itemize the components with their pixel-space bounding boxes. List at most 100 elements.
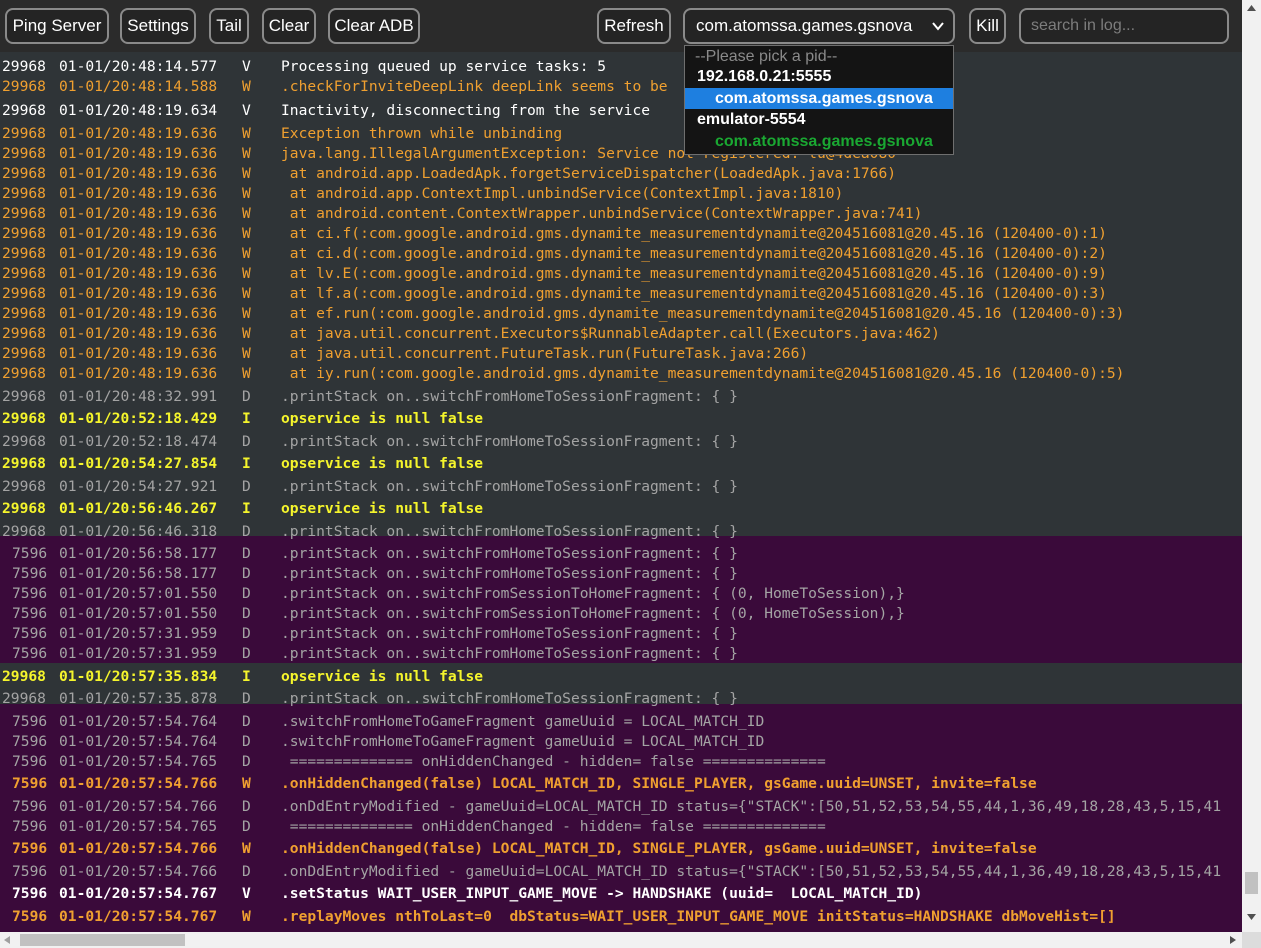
log-pid: 29968 [2, 478, 46, 495]
log-timestamp: 01-01/20:48:19.636 [59, 285, 218, 302]
log-level: D [242, 690, 251, 707]
log-level: D [242, 565, 251, 582]
log-message: .printStack on..switchFromSessionToHomeF… [281, 585, 905, 602]
log-message: .printStack on..switchFromSessionToHomeF… [281, 605, 905, 622]
log-message: .printStack on..switchFromHomeToSessionF… [281, 388, 738, 405]
log-row: 29968 01-01/20:48:19.636 W at android.app.… [0, 164, 1242, 184]
log-pid: 29968 [2, 690, 46, 707]
log-message: .checkForInviteDeepLink deepLink seems t… [281, 78, 668, 95]
log-timestamp: 01-01/20:48:19.636 [59, 345, 218, 362]
device-group-192-168-0-21: 192.168.0.21:5555 [697, 68, 832, 85]
log-timestamp: 01-01/20:48:32.991 [59, 388, 218, 405]
log-message: .printStack on..switchFromHomeToSessionF… [281, 478, 738, 495]
scroll-down-arrow-icon[interactable] [1247, 914, 1256, 920]
log-row: 29968 01-01/20:48:19.636 W at lv.E(:com.go… [0, 264, 1242, 284]
scrollbar-corner [1242, 932, 1261, 948]
vertical-scrollbar-thumb[interactable] [1245, 872, 1258, 894]
log-timestamp: 01-01/20:57:54.766 [59, 775, 218, 792]
log-pid: 29968 [2, 668, 46, 685]
log-pid: 29968 [2, 225, 46, 242]
log-message: .onHiddenChanged(false) LOCAL_MATCH_ID, … [281, 775, 1037, 792]
log-level: W [242, 840, 251, 857]
log-level: W [242, 908, 251, 925]
log-timestamp: 01-01/20:56:58.177 [59, 565, 218, 582]
vertical-scrollbar[interactable] [1242, 0, 1261, 932]
log-row: 29968 01-01/20:48:19.636 W at android.app.… [0, 184, 1242, 204]
log-level: W [242, 185, 251, 202]
log-level: D [242, 433, 251, 450]
log-row: 29968 01-01/20:48:14.588 W .checkForInviteD… [0, 77, 1242, 97]
log-timestamp: 01-01/20:48:19.636 [59, 225, 218, 242]
log-level: I [242, 500, 251, 517]
pid-option-placeholder[interactable]: --Please pick a pid-- [685, 46, 963, 67]
log-level: D [242, 478, 251, 495]
log-pid: 29968 [2, 78, 46, 95]
pid-option-gsnova-device[interactable]: com.atomssa.games.gsnova [685, 88, 953, 109]
log-level: W [242, 125, 251, 142]
log-level: D [242, 818, 251, 835]
log-level: W [242, 225, 251, 242]
log-timestamp: 01-01/20:57:01.550 [59, 605, 218, 622]
ping-server-button[interactable]: Ping Server [5, 8, 109, 44]
horizontal-scrollbar[interactable] [0, 932, 1242, 948]
log-pid: 29968 [2, 205, 46, 222]
log-timestamp: 01-01/20:57:31.959 [59, 625, 218, 642]
log-pid: 7596 [12, 645, 48, 662]
log-pid: 29968 [2, 500, 46, 517]
scroll-up-arrow-icon[interactable] [1247, 5, 1256, 11]
log-message: at iy.run(:com.google.android.gms.dynami… [281, 365, 1125, 382]
settings-button[interactable]: Settings [120, 8, 196, 44]
log-timestamp: 01-01/20:57:54.766 [59, 863, 218, 880]
log-row: 29968 01-01/20:48:19.636 W at iy.run(:com.… [0, 364, 1242, 384]
log-pid: 29968 [2, 523, 46, 540]
scroll-right-arrow-icon[interactable] [1230, 936, 1236, 944]
refresh-button[interactable]: Refresh [597, 8, 671, 44]
log-message: .printStack on..switchFromHomeToSessionF… [281, 565, 738, 582]
log-level: D [242, 605, 251, 622]
log-message: .printStack on..switchFromHomeToSessionF… [281, 545, 738, 562]
log-level: W [242, 78, 251, 95]
log-level: D [242, 863, 251, 880]
log-message: Processing queued up service tasks: 5 [281, 58, 607, 75]
log-timestamp: 01-01/20:57:54.765 [59, 753, 218, 770]
clear-adb-button[interactable]: Clear ADB [328, 8, 420, 44]
log-row: 7596 01-01/20:57:54.766 D .onDdEntryModifie… [0, 797, 1242, 817]
scroll-left-arrow-icon[interactable] [4, 936, 10, 944]
pid-option-gsnova-emulator[interactable]: com.atomssa.games.gsnova [685, 131, 953, 152]
log-pid: 29968 [2, 102, 46, 119]
log-message: Inactivity, disconnecting from the servi… [281, 102, 651, 119]
log-row: 29968 01-01/20:48:19.636 W at ci.d(:com.go… [0, 244, 1242, 264]
pid-select[interactable]: com.atomssa.games.gsnova [683, 8, 955, 44]
log-timestamp: 01-01/20:48:19.636 [59, 365, 218, 382]
log-pid: 7596 [12, 585, 48, 602]
log-level: D [242, 645, 251, 662]
log-pid: 29968 [2, 58, 46, 75]
log-row: 29968 01-01/20:56:46.318 D .printStack on..… [0, 522, 1242, 542]
log-pid: 29968 [2, 305, 46, 322]
log-timestamp: 01-01/20:56:58.177 [59, 545, 218, 562]
tail-button[interactable]: Tail [209, 8, 249, 44]
log-pid: 29968 [2, 145, 46, 162]
log-level: D [242, 388, 251, 405]
search-input[interactable] [1019, 8, 1229, 44]
log-row: 29968 01-01/20:48:19.636 W at ci.f(:com.go… [0, 224, 1242, 244]
log-level: W [242, 245, 251, 262]
horizontal-scrollbar-thumb[interactable] [20, 934, 185, 946]
log-timestamp: 01-01/20:48:19.636 [59, 245, 218, 262]
log-level: D [242, 585, 251, 602]
log-message: .replayMoves nthToLast=0 dbStatus=WAIT_U… [281, 908, 1116, 925]
log-pid: 29968 [2, 410, 46, 427]
log-timestamp: 01-01/20:48:19.636 [59, 325, 218, 342]
log-pid: 7596 [12, 605, 48, 622]
clear-button[interactable]: Clear [262, 8, 316, 44]
log-row: 29968 01-01/20:54:27.921 D .printStack on..… [0, 477, 1242, 497]
log-message: .switchFromHomeToGameFragment gameUuid =… [281, 713, 765, 730]
log-pid: 7596 [12, 713, 48, 730]
kill-button[interactable]: Kill [969, 8, 1006, 44]
log-row: 7596 01-01/20:57:54.767 V .setStatus WAIT_U… [0, 884, 1242, 904]
log-pid: 29968 [2, 455, 46, 472]
log-level: W [242, 365, 251, 382]
log-message: .printStack on..switchFromHomeToSessionF… [281, 523, 738, 540]
log-level: W [242, 145, 251, 162]
log-pid: 7596 [12, 840, 48, 857]
